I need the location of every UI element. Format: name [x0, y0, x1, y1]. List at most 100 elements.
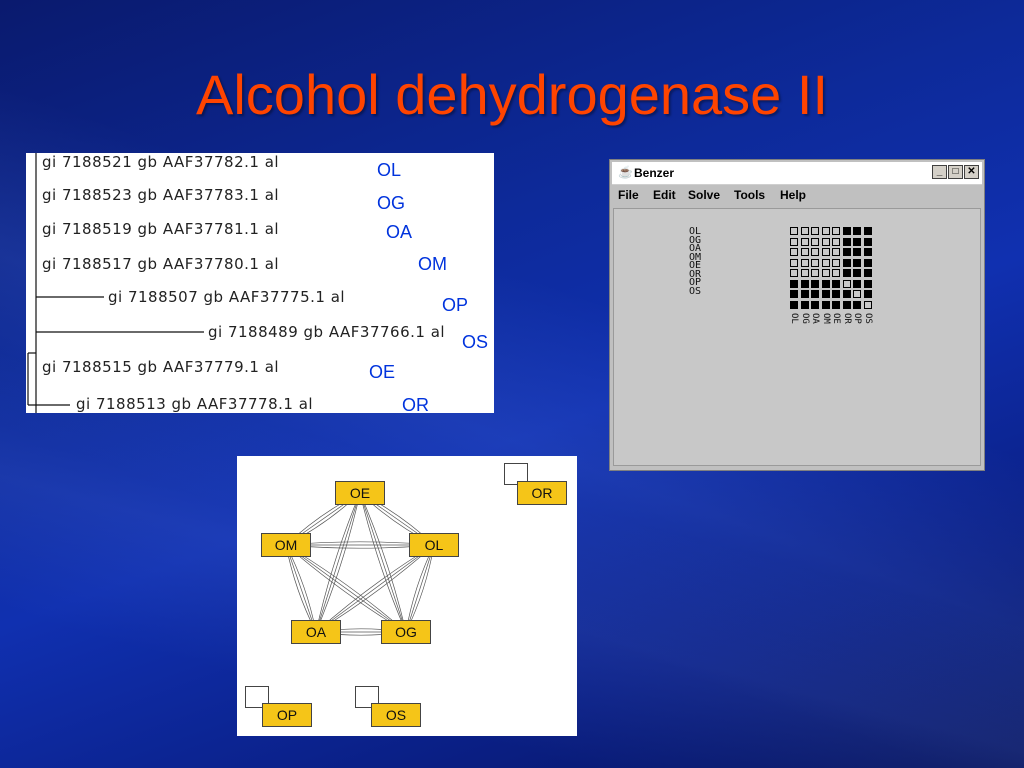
tree-leaf-label: gi 7188523 gb AAF37783.1 al [42, 186, 280, 204]
matrix-cell [863, 227, 872, 235]
tree-leaf-label: gi 7188489 gb AAF37766.1 al [208, 323, 446, 341]
matrix-cell [832, 290, 840, 298]
close-button[interactable]: ✕ [964, 165, 979, 179]
matrix-cell [863, 248, 872, 256]
matrix-cell [842, 300, 851, 309]
species-code-label: OE [369, 362, 396, 382]
species-code-label: OA [386, 222, 413, 242]
tree-leaf-label: gi 7188517 gb AAF37780.1 al [42, 255, 280, 273]
graph-node-oa[interactable]: OA [291, 620, 341, 644]
matrix-cell [821, 258, 830, 267]
matrix-cell [790, 248, 798, 256]
menu-solve[interactable]: Solve [688, 188, 720, 202]
matrix-cell [832, 227, 840, 235]
menu-tools[interactable]: Tools [734, 188, 765, 202]
matrix-cell [853, 279, 861, 288]
matrix-col-label: OA [810, 313, 820, 324]
matrix-cell [821, 248, 830, 256]
matrix-cell [821, 269, 830, 277]
graph-edge [285, 544, 407, 633]
matrix-cell [811, 300, 819, 309]
matrix-cell [863, 290, 872, 298]
tree-leaf-label: gi 7188519 gb AAF37781.1 al [42, 220, 280, 238]
menu-file[interactable]: File [618, 188, 639, 202]
matrix-cell [832, 248, 840, 256]
graph-edge [359, 492, 407, 633]
matrix-cell [821, 290, 830, 298]
matrix-cell [842, 248, 851, 256]
graph-node-or[interactable]: OR [517, 481, 567, 505]
matrix-cell [821, 300, 830, 309]
tree-leaf-label: gi 7188507 gb AAF37775.1 al [108, 288, 346, 306]
matrix-cell [832, 269, 840, 277]
graph-node-om[interactable]: OM [261, 533, 311, 557]
matrix-cell [853, 269, 861, 277]
matrix-cell [821, 237, 830, 246]
menu-bar: File Edit Solve Tools Help [612, 186, 982, 206]
matrix-cell [790, 290, 798, 298]
matrix-cell [790, 237, 798, 246]
matrix-cell [853, 237, 861, 246]
graph-node-oe[interactable]: OE [335, 481, 385, 505]
tree-leaf-label: gi 7188515 gb AAF37779.1 al [42, 358, 280, 376]
matrix-cell [790, 269, 798, 277]
matrix-col-label: OL [789, 313, 799, 324]
matrix-cell [842, 269, 851, 277]
maximize-button[interactable]: □ [948, 165, 963, 179]
menu-edit[interactable]: Edit [653, 188, 676, 202]
matrix-cell [811, 290, 819, 298]
matrix-cell [800, 279, 809, 288]
species-code-label: OP [442, 295, 469, 315]
java-cup-icon: ☕ [618, 165, 633, 179]
matrix-cell [863, 258, 872, 267]
matrix-cell [811, 279, 819, 288]
matrix-row-label: OS [689, 285, 702, 297]
matrix-cell [863, 237, 872, 246]
matrix-cell [853, 227, 861, 235]
matrix-col-label: OR [841, 313, 852, 324]
window-titlebar[interactable]: ☕ Benzer _ □ ✕ [612, 162, 982, 185]
matrix-cell [800, 300, 809, 309]
graph-node-op[interactable]: OP [262, 703, 312, 727]
matrix-cell [811, 258, 819, 267]
matrix-cell [790, 279, 798, 288]
matrix-cell [842, 279, 851, 288]
graph-edge [405, 544, 435, 633]
overlap-graph: OE OM OL OA OG OR OP OS [237, 456, 577, 736]
matrix-cell [800, 248, 809, 256]
matrix-cell [853, 248, 861, 256]
matrix-cell [800, 227, 809, 235]
minimize-button[interactable]: _ [932, 165, 947, 179]
graph-node-ol[interactable]: OL [409, 533, 459, 557]
matrix-cell [800, 237, 809, 246]
matrix-cell [811, 269, 819, 277]
overlap-matrix-canvas: OL OG OA OM OE OR OP OS OL OG OA OM OE OR OP OS [613, 208, 981, 466]
matrix-col-label: OS [862, 313, 873, 324]
benzer-window: ☕ Benzer _ □ ✕ File Edit Solve Tools Hel… [609, 159, 985, 471]
graph-edge [315, 492, 361, 633]
matrix-cell [821, 227, 830, 235]
tree-leaf-label: gi 7188521 gb AAF37782.1 al [42, 153, 280, 171]
matrix-cell [800, 269, 809, 277]
matrix-cell [863, 269, 872, 277]
matrix-col-label: OE [831, 313, 841, 324]
graph-node-og[interactable]: OG [381, 620, 431, 644]
matrix-cell [842, 258, 851, 267]
matrix-cell [811, 237, 819, 246]
species-code-label: OM [418, 254, 447, 274]
matrix-cell [811, 248, 819, 256]
matrix-cell [832, 258, 840, 267]
matrix-cell [800, 290, 809, 298]
matrix-cell [853, 290, 861, 298]
matrix-cell [800, 258, 809, 267]
matrix-cell [863, 279, 872, 288]
matrix-cell [842, 227, 851, 235]
matrix-cell [811, 227, 819, 235]
species-code-label: OL [377, 160, 402, 180]
matrix-cell [853, 258, 861, 267]
species-code-label: OG [377, 193, 406, 213]
menu-help[interactable]: Help [780, 188, 806, 202]
matrix-col-label: OG [799, 313, 810, 324]
graph-node-os[interactable]: OS [371, 703, 421, 727]
matrix-cell [821, 279, 830, 288]
